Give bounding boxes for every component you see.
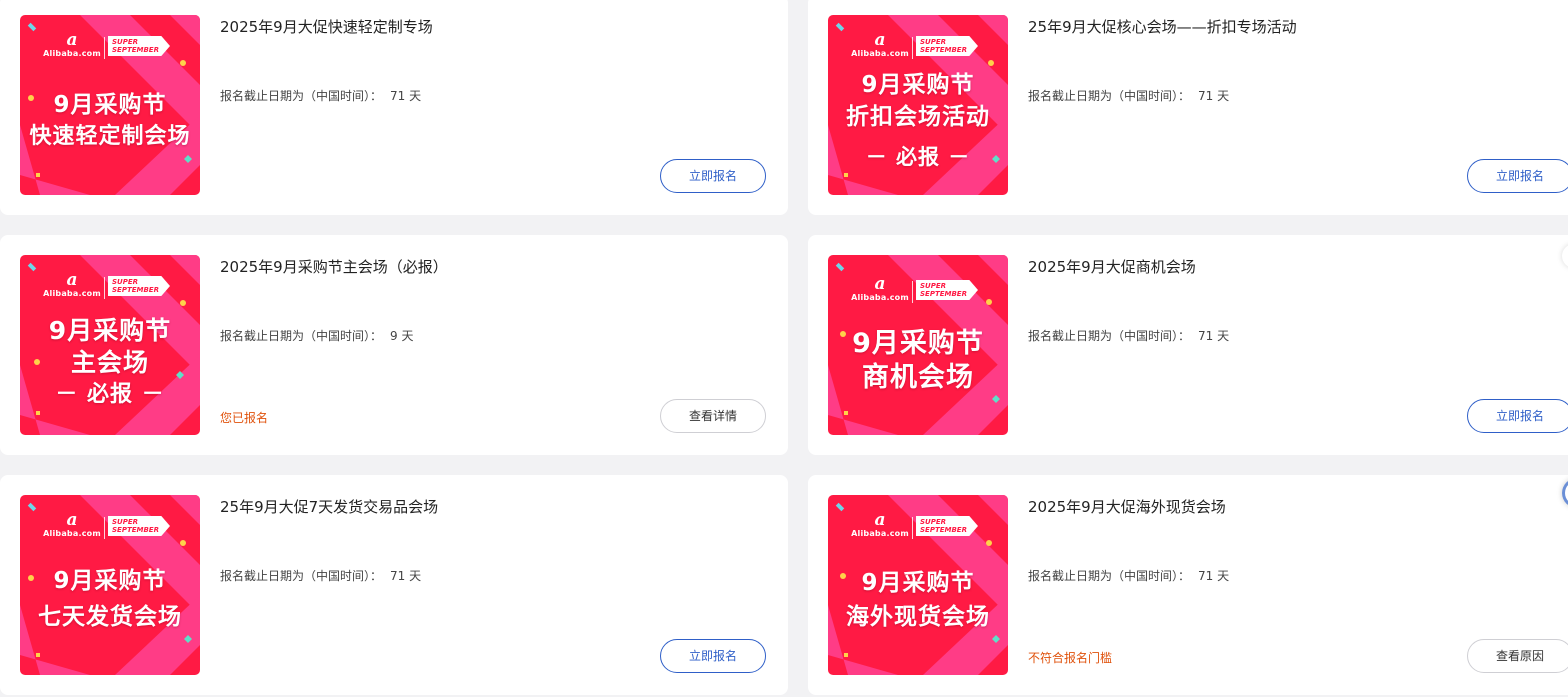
view-reason-button[interactable]: 查看原因 <box>1467 639 1568 673</box>
alibaba-logo: a Alibaba.com <box>43 270 101 298</box>
banner-line-2: 折扣会场活动 <box>846 104 990 130</box>
deadline-text: 报名截止日期为（中国时间）： 71 天 <box>220 89 422 103</box>
banner-line-1: 9月采购节 <box>53 92 167 118</box>
banner-line-1: 9月采购节 <box>861 72 975 98</box>
alibaba-logo: a Alibaba.com <box>851 30 909 58</box>
activity-banner-image[interactable]: a Alibaba.com SUPER SEPTEMBER 9月采购节 快速轻定… <box>20 15 200 195</box>
activity-banner-image[interactable]: a Alibaba.com SUPER SEPTEMBER 9月采购节 商机会场 <box>828 255 1008 435</box>
super-september-logo: SUPER SEPTEMBER <box>108 516 170 536</box>
activity-banner-image[interactable]: a Alibaba.com SUPER SEPTEMBER 9月采购节 折扣会场… <box>828 15 1008 195</box>
banner-line-1: 9月采购节 <box>861 570 975 596</box>
register-now-button[interactable]: 立即报名 <box>660 639 766 673</box>
activity-banner-image[interactable]: a Alibaba.com SUPER SEPTEMBER 9月采购节 主会场 … <box>20 255 200 435</box>
activity-card: a Alibaba.com SUPER SEPTEMBER 9月采购节 主会场 … <box>0 235 788 455</box>
activity-title[interactable]: 2025年9月大促海外现货会场 <box>1028 496 1226 517</box>
alibaba-logo: a Alibaba.com <box>43 510 101 538</box>
activity-card: a Alibaba.com SUPER SEPTEMBER 9月采购节 商机会场… <box>808 235 1568 455</box>
activity-card: a Alibaba.com SUPER SEPTEMBER 9月采购节 快速轻定… <box>0 0 788 215</box>
register-now-button[interactable]: 立即报名 <box>660 159 766 193</box>
alibaba-logo: a Alibaba.com <box>43 30 101 58</box>
banner-logo: a Alibaba.com SUPER SEPTEMBER <box>828 275 1008 309</box>
super-september-logo: SUPER SEPTEMBER <box>916 516 978 536</box>
register-now-button[interactable]: 立即报名 <box>1467 399 1568 433</box>
view-details-button[interactable]: 查看详情 <box>660 399 766 433</box>
banner-line-1: 9月采购节 <box>852 328 984 359</box>
deadline-text: 报名截止日期为（中国时间）： 71 天 <box>1028 569 1230 583</box>
super-september-logo: SUPER SEPTEMBER <box>108 276 170 296</box>
banner-line-2: 商机会场 <box>862 362 974 393</box>
super-september-logo: SUPER SEPTEMBER <box>108 36 170 56</box>
activity-title[interactable]: 25年9月大促7天发货交易品会场 <box>220 496 438 517</box>
banner-logo: a Alibaba.com SUPER SEPTEMBER <box>828 31 1008 65</box>
banner-line-2: 主会场 <box>70 348 149 377</box>
activity-title[interactable]: 2025年9月大促快速轻定制专场 <box>220 16 433 37</box>
banner-line-2: 快速轻定制会场 <box>29 124 191 149</box>
activity-banner-image[interactable]: a Alibaba.com SUPER SEPTEMBER 9月采购节 七天发货… <box>20 495 200 675</box>
activity-banner-image[interactable]: a Alibaba.com SUPER SEPTEMBER 9月采购节 海外现货… <box>828 495 1008 675</box>
banner-line-1: 9月采购节 <box>48 316 172 345</box>
banner-logo: a Alibaba.com SUPER SEPTEMBER <box>20 511 200 545</box>
alibaba-logo: a Alibaba.com <box>851 274 909 302</box>
banner-line-3: － 必报 － <box>55 382 165 407</box>
deadline-text: 报名截止日期为（中国时间）： 71 天 <box>220 569 422 583</box>
super-september-logo: SUPER SEPTEMBER <box>916 280 978 300</box>
activity-title[interactable]: 25年9月大促核心会场——折扣专场活动 <box>1028 16 1297 37</box>
ineligible-status: 不符合报名门槛 <box>1028 651 1113 665</box>
activity-card: a Alibaba.com SUPER SEPTEMBER 9月采购节 折扣会场… <box>808 0 1568 215</box>
deadline-text: 报名截止日期为（中国时间）： 71 天 <box>1028 329 1230 343</box>
banner-line-3: － 必报 － <box>865 145 971 169</box>
registered-status: 您已报名 <box>220 411 269 425</box>
activity-title[interactable]: 2025年9月大促商机会场 <box>1028 256 1196 277</box>
banner-logo: a Alibaba.com SUPER SEPTEMBER <box>20 271 200 305</box>
activity-card: a Alibaba.com SUPER SEPTEMBER 9月采购节 海外现货… <box>808 475 1568 695</box>
banner-logo: a Alibaba.com SUPER SEPTEMBER <box>20 31 200 65</box>
super-september-logo: SUPER SEPTEMBER <box>916 36 978 56</box>
banner-line-2: 海外现货会场 <box>846 604 990 630</box>
banner-logo: a Alibaba.com SUPER SEPTEMBER <box>828 511 1008 545</box>
deadline-text: 报名截止日期为（中国时间）： 71 天 <box>1028 89 1230 103</box>
deadline-text: 报名截止日期为（中国时间）： 9 天 <box>220 329 414 343</box>
activity-card: a Alibaba.com SUPER SEPTEMBER 9月采购节 七天发货… <box>0 475 788 695</box>
alibaba-logo: a Alibaba.com <box>851 510 909 538</box>
banner-line-1: 9月采购节 <box>53 568 167 594</box>
banner-line-2: 七天发货会场 <box>38 604 182 630</box>
register-now-button[interactable]: 立即报名 <box>1467 159 1568 193</box>
activity-title[interactable]: 2025年9月采购节主会场（必报） <box>220 256 448 277</box>
